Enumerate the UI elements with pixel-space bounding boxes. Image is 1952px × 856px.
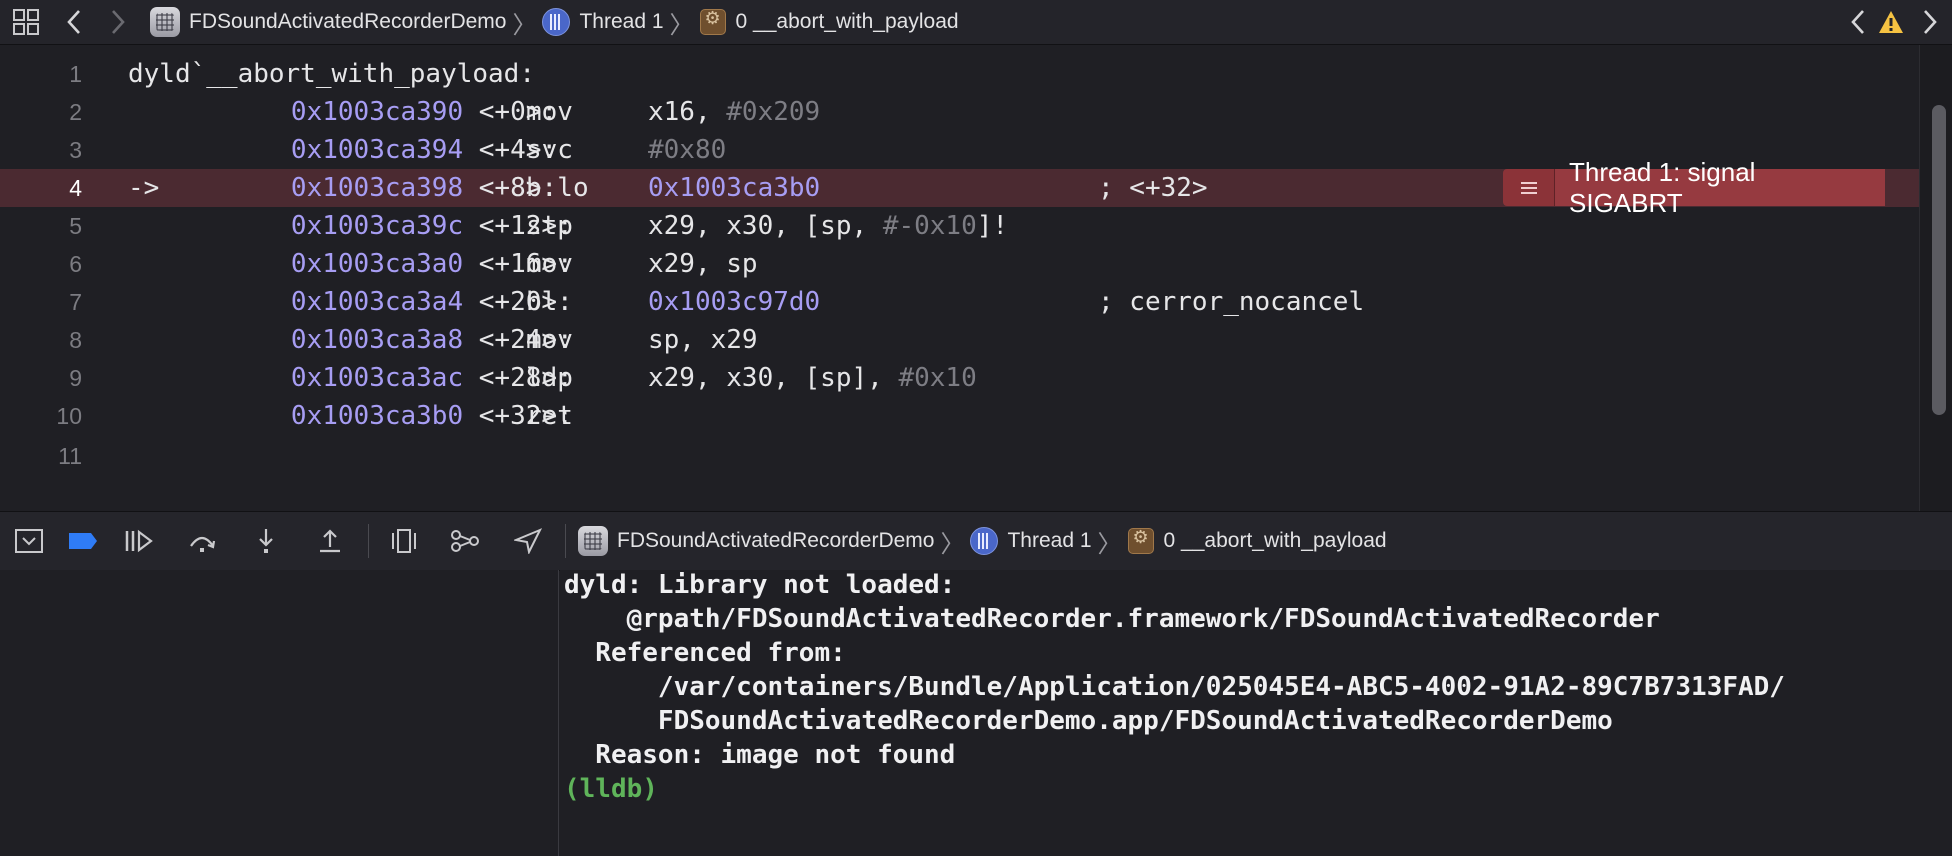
- jump-bar: FDSoundActivatedRecorderDemo 〉 Thread 1 …: [0, 0, 1952, 45]
- pc-marker: ->: [128, 173, 160, 203]
- crumb-project-label: FDSoundActivatedRecorderDemo: [617, 529, 935, 552]
- code-line[interactable]: 11: [0, 437, 1920, 475]
- project-icon: [150, 7, 180, 37]
- line-number: 2: [69, 98, 82, 125]
- back-icon[interactable]: [52, 0, 96, 44]
- line-number: 3: [69, 136, 82, 163]
- line-number: 11: [58, 442, 82, 469]
- operands: x29, sp: [648, 249, 758, 279]
- opcode: ret: [526, 401, 573, 431]
- chevron-right-icon: 〉: [1097, 530, 1122, 558]
- console-line: /var/containers/Bundle/Application/02504…: [564, 672, 1785, 702]
- operands: x29, x30, [sp],: [648, 363, 899, 393]
- console-line: Referenced from:: [564, 638, 846, 668]
- memory-graph-icon[interactable]: [433, 512, 497, 570]
- address: 0x1003ca3b0: [290, 401, 464, 431]
- comment: ; cerror_nocancel: [1098, 287, 1365, 317]
- console-output[interactable]: dyld: Library not loaded: @rpath/FDSound…: [560, 570, 1952, 856]
- operands: x16,: [648, 97, 727, 127]
- list-icon[interactable]: [1503, 169, 1555, 206]
- chevron-right-icon: 〉: [940, 530, 965, 558]
- view-hierarchy-icon[interactable]: [375, 512, 433, 570]
- line-number: 4: [69, 174, 82, 201]
- crumb-thread-label: Thread 1: [1007, 529, 1092, 552]
- stack-frame-icon: [699, 8, 726, 35]
- code-line[interactable]: 10 0x1003ca3b0 <+32>: ret: [0, 397, 1920, 435]
- line-number: 7: [69, 288, 82, 315]
- lldb-prompt[interactable]: (lldb): [564, 774, 658, 804]
- toolbar-divider: [368, 524, 369, 558]
- step-out-icon[interactable]: [298, 512, 362, 570]
- line-number: 10: [56, 402, 82, 429]
- prev-issue-icon[interactable]: [1842, 0, 1874, 44]
- crumb-thread-label: Thread 1: [579, 10, 664, 33]
- operands-tail: ]!: [976, 211, 1009, 241]
- warning-icon[interactable]: [1874, 0, 1908, 44]
- line-number: 6: [69, 250, 82, 277]
- step-into-icon[interactable]: [234, 512, 298, 570]
- crumb-frame[interactable]: 0 __abort_with_payload: [699, 8, 959, 35]
- thread-icon: [970, 527, 999, 555]
- console-line: dyld: Library not loaded:: [564, 570, 956, 600]
- operands: sp, x29: [648, 325, 758, 355]
- line-number: 8: [69, 326, 82, 353]
- signal-annotation[interactable]: Thread 1: signal SIGABRT: [1503, 157, 1885, 218]
- scrollbar-thumb[interactable]: [1932, 105, 1946, 415]
- stack-frame-icon: [1127, 527, 1154, 554]
- literal: #0x10: [898, 363, 977, 393]
- crumb-thread[interactable]: Thread 1: [542, 8, 664, 36]
- console-line: FDSoundActivatedRecorderDemo.app/FDSound…: [564, 706, 1613, 736]
- crumb-project[interactable]: FDSoundActivatedRecorderDemo: [150, 7, 506, 37]
- hide-debug-area-icon[interactable]: [0, 512, 58, 570]
- crumb-project[interactable]: FDSoundActivatedRecorderDemo: [578, 526, 934, 556]
- comment: ; <+32>: [1098, 173, 1208, 203]
- crumb-frame[interactable]: 0 __abort_with_payload: [1127, 527, 1387, 554]
- branch-target: 0x1003c97d0: [648, 287, 821, 317]
- operands: x29, x30, [sp,: [648, 211, 883, 241]
- breakpoints-toggle-icon[interactable]: [58, 512, 108, 570]
- console-line: @rpath/FDSoundActivatedRecorder.framewor…: [564, 604, 1660, 634]
- chevron-right-icon: 〉: [669, 11, 694, 39]
- next-issue-icon[interactable]: [1908, 0, 1952, 44]
- literal: #0x209: [726, 97, 821, 127]
- literal: #0x80: [648, 135, 727, 165]
- line-number: 9: [69, 364, 82, 391]
- literal: #-0x10: [882, 211, 977, 241]
- editor-scrollbar[interactable]: [1919, 45, 1952, 511]
- signal-message: Thread 1: signal SIGABRT: [1555, 157, 1885, 218]
- line-number: 5: [69, 212, 82, 239]
- console-line: Reason: image not found: [564, 740, 956, 770]
- continue-icon[interactable]: [108, 512, 170, 570]
- grid-icon[interactable]: [0, 0, 52, 44]
- simulate-location-icon[interactable]: [497, 512, 559, 570]
- variables-view[interactable]: [0, 570, 559, 856]
- branch-target: 0x1003ca3b0: [648, 173, 821, 203]
- debug-bar: FDSoundActivatedRecorderDemo 〉 Thread 1 …: [0, 511, 1952, 571]
- crumb-frame-label: 0 __abort_with_payload: [1163, 529, 1387, 552]
- crumb-thread[interactable]: Thread 1: [970, 527, 1092, 555]
- step-over-icon[interactable]: [170, 512, 234, 570]
- crumb-frame-label: 0 __abort_with_payload: [735, 10, 959, 33]
- disassembly-editor[interactable]: 1 dyld`__abort_with_payload: 2 0x1003ca3…: [0, 45, 1952, 511]
- thread-icon: [542, 8, 571, 36]
- project-icon: [578, 526, 608, 556]
- line-number: 1: [69, 60, 82, 87]
- toolbar-divider: [565, 524, 566, 558]
- crumb-project-label: FDSoundActivatedRecorderDemo: [189, 10, 507, 33]
- forward-icon[interactable]: [96, 0, 140, 44]
- chevron-right-icon: 〉: [512, 11, 537, 39]
